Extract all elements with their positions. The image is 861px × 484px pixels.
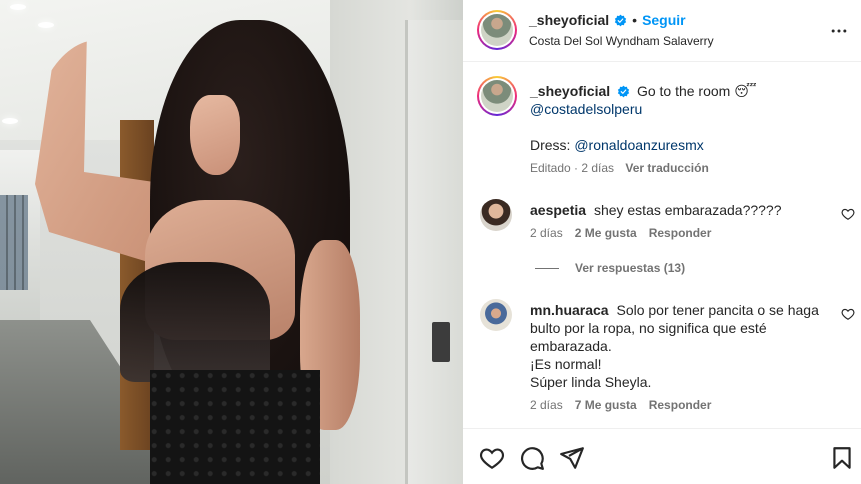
- caption-edited: Editado · 2 días: [530, 161, 615, 175]
- heart-icon[interactable]: [841, 207, 855, 221]
- ceiling-light: [38, 22, 54, 28]
- comment-username[interactable]: aespetia: [530, 202, 586, 218]
- heart-icon[interactable]: [841, 307, 855, 321]
- ceiling-light: [10, 4, 26, 10]
- replies-line: [535, 267, 559, 269]
- caption-text: Go to the room 😴: [636, 83, 757, 99]
- comment-text-line5: Súper linda Sheyla.: [530, 374, 652, 390]
- post-action-bar: [463, 428, 861, 484]
- comment: aespetia shey estas embarazada?????: [530, 201, 830, 219]
- caption-dress-label: Dress:: [530, 137, 575, 153]
- caption-avatar[interactable]: [477, 76, 517, 116]
- comment-text: shey estas embarazada?????: [593, 202, 782, 218]
- author-avatar[interactable]: [477, 10, 517, 50]
- more-horizontal-icon[interactable]: [829, 21, 849, 41]
- reply-button[interactable]: Responder: [649, 226, 712, 240]
- comment-text-line4: ¡Es normal!: [530, 356, 602, 372]
- photo-door-handle: [432, 322, 450, 362]
- post-header: _sheyoficial • Seguir Costa Del Sol Wynd…: [463, 0, 861, 62]
- heart-icon[interactable]: [479, 445, 505, 471]
- comment: mn.huaraca Solo por tener pancita o se h…: [530, 301, 830, 391]
- author-username[interactable]: _sheyoficial: [529, 12, 609, 28]
- bookmark-icon[interactable]: [829, 445, 855, 471]
- post-location[interactable]: Costa Del Sol Wyndham Salaverry: [529, 34, 714, 48]
- caption: _sheyoficial Go to the room 😴 @costadels…: [530, 82, 840, 118]
- reply-button[interactable]: Responder: [649, 398, 712, 412]
- caption-meta: Editado · 2 días Ver traducción: [530, 161, 709, 175]
- comment-icon[interactable]: [519, 445, 545, 471]
- post-photo[interactable]: [0, 0, 463, 484]
- caption-dress-line: Dress: @ronaldoanzuresmx: [530, 136, 704, 154]
- comment-likes[interactable]: 7 Me gusta: [575, 398, 637, 412]
- caption-username[interactable]: _sheyoficial: [530, 83, 610, 99]
- photo-window: [0, 195, 28, 290]
- comment-avatar[interactable]: [480, 199, 512, 231]
- comment-avatar[interactable]: [480, 299, 512, 331]
- photo-face: [190, 95, 240, 175]
- photo-skirt: [150, 370, 320, 484]
- caption-mention-ronaldo[interactable]: @ronaldoanzuresmx: [574, 137, 703, 153]
- view-replies-label[interactable]: Ver respuestas (13): [575, 261, 685, 275]
- view-replies[interactable]: Ver respuestas (13): [535, 261, 685, 275]
- comment-username[interactable]: mn.huaraca: [530, 302, 609, 318]
- verified-badge-icon: [617, 85, 630, 98]
- header-separator: •: [632, 12, 638, 28]
- comment-age: 2 días: [530, 226, 563, 240]
- translate-link[interactable]: Ver traducción: [625, 161, 708, 175]
- post-detail-panel: _sheyoficial • Seguir Costa Del Sol Wynd…: [463, 0, 861, 484]
- comment-age: 2 días: [530, 398, 563, 412]
- verified-badge-icon: [615, 14, 627, 26]
- comment-meta: 2 días 7 Me gusta Responder: [530, 398, 711, 412]
- photo-corset: [120, 262, 270, 382]
- comment-text-line2: bulto por la ropa, no significa que esté: [530, 320, 767, 336]
- comment-text-line1: Solo por tener pancita o se haga: [616, 302, 819, 318]
- caption-mention-costadelsol[interactable]: @costadelsolperu: [530, 101, 642, 117]
- share-icon[interactable]: [559, 445, 585, 471]
- follow-button[interactable]: Seguir: [642, 12, 686, 28]
- comment-text-line3: embarazada.: [530, 338, 612, 354]
- comment-likes[interactable]: 2 Me gusta: [575, 226, 637, 240]
- ceiling-light: [2, 118, 18, 124]
- comment-meta: 2 días 2 Me gusta Responder: [530, 226, 711, 240]
- photo-door: [405, 20, 463, 484]
